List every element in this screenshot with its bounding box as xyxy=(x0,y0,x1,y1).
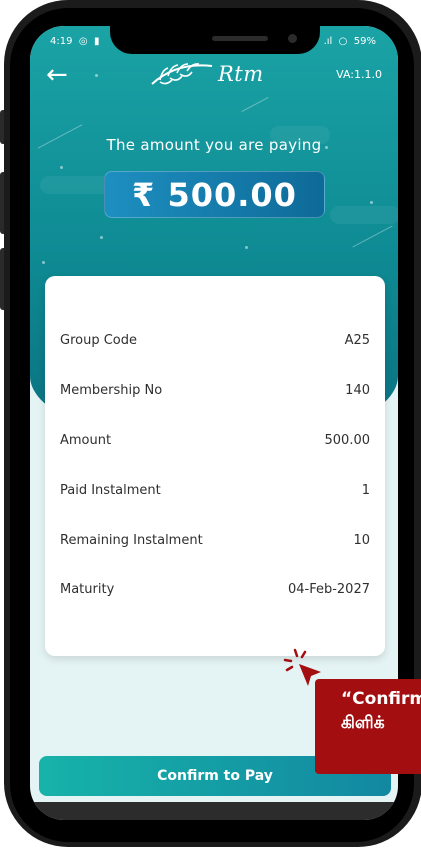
cloud-decoration xyxy=(330,206,398,224)
detail-value: 04-Feb-2027 xyxy=(287,582,370,597)
leaf-logo-icon xyxy=(151,63,213,85)
camera-icon xyxy=(288,34,297,43)
callout-line-2: கிளிக் xyxy=(341,713,385,733)
star-decoration xyxy=(100,236,103,239)
battery-level: 59% xyxy=(353,36,376,47)
instruction-callout: “Confirm கிளிக் xyxy=(315,679,421,774)
star-decoration xyxy=(245,246,248,249)
payment-amount: ₹ 500.00 xyxy=(104,171,325,218)
detail-label: Maturity xyxy=(60,582,115,597)
battery-icon: ○ xyxy=(338,36,351,47)
star-decoration xyxy=(42,261,45,264)
status-time: 4:19 xyxy=(50,36,73,47)
callout-line-1: “Confirm xyxy=(341,689,421,709)
streak-decoration xyxy=(352,225,393,248)
detail-value: 140 xyxy=(345,383,370,398)
page: 4:19 ◎ ▮ .ıl ○ 59% ← Rtm VA:1.1.0 The am… xyxy=(0,0,421,849)
whatsapp-icon: ◎ xyxy=(75,36,91,47)
detail-row-group-code: Group Code A25 xyxy=(60,333,370,353)
star-decoration xyxy=(60,166,63,169)
arrow-left-icon[interactable]: ← xyxy=(46,62,68,88)
detail-label: Membership No xyxy=(60,383,163,398)
detail-label: Remaining Instalment xyxy=(60,533,203,548)
video-icon: ▮ xyxy=(93,36,100,47)
star-decoration xyxy=(95,74,98,77)
speaker-grille xyxy=(212,36,268,41)
detail-value: 500.00 xyxy=(324,433,371,448)
detail-label: Paid Instalment xyxy=(60,483,161,498)
logo-text: Rtm xyxy=(218,62,264,86)
signal-icon: .ıl xyxy=(323,36,336,47)
payment-title: The amount you are paying xyxy=(106,136,322,154)
detail-value: 1 xyxy=(361,483,370,498)
star-decoration xyxy=(370,201,373,204)
detail-row-membership-no: Membership No 140 xyxy=(60,383,370,403)
detail-row-maturity: Maturity 04-Feb-2027 xyxy=(60,582,370,602)
status-bar-left: 4:19 ◎ ▮ xyxy=(50,36,99,47)
detail-label: Group Code xyxy=(60,333,137,348)
detail-value: 10 xyxy=(353,533,370,548)
status-bar-right: .ıl ○ 59% xyxy=(324,36,376,47)
detail-row-remaining-instalment: Remaining Instalment 10 xyxy=(60,533,370,553)
detail-value: A25 xyxy=(344,333,370,348)
system-navigation-bar xyxy=(30,802,398,820)
payment-details-card: Group Code A25 Membership No 140 Amount … xyxy=(45,276,385,656)
camera-notch xyxy=(110,26,320,54)
detail-row-amount: Amount 500.00 xyxy=(60,433,370,453)
version-label: VA:1.1.0 xyxy=(336,68,382,81)
app-logo: Rtm xyxy=(146,58,263,92)
streak-decoration xyxy=(241,97,269,112)
detail-row-paid-instalment: Paid Instalment 1 xyxy=(60,483,370,503)
detail-label: Amount xyxy=(60,433,112,448)
